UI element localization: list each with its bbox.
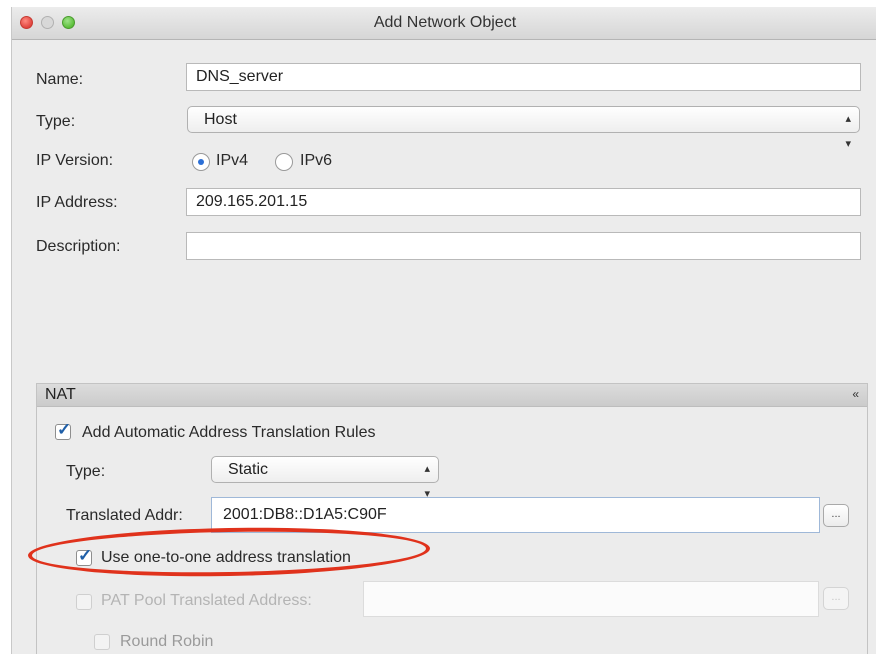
nat-panel-title: NAT: [45, 386, 76, 403]
nat-panel-header[interactable]: NAT «: [37, 384, 867, 407]
nat-panel: NAT « ✓ Add Automatic Address Translatio…: [36, 383, 868, 654]
ipv4-radio[interactable]: [192, 153, 210, 171]
auto-rules-checkbox[interactable]: ✓: [55, 420, 71, 440]
nat-type-label: Type:: [66, 463, 106, 480]
name-field[interactable]: DNS_server: [186, 63, 861, 91]
checkmark-icon: ✓: [57, 420, 72, 439]
pat-pool-label: PAT Pool Translated Address:: [101, 592, 312, 609]
round-robin-label: Round Robin: [120, 633, 214, 650]
collapse-icon[interactable]: «: [852, 387, 859, 401]
translated-addr-label: Translated Addr:: [66, 507, 183, 524]
type-select[interactable]: Host ▴ ▾: [187, 106, 860, 150]
type-label: Type:: [36, 113, 76, 130]
nat-type-select[interactable]: Static ▴ ▾: [211, 456, 439, 500]
ip-address-label: IP Address:: [36, 194, 118, 211]
ipv4-radio-label[interactable]: IPv4: [216, 152, 248, 170]
ip-version-label: IP Version:: [36, 152, 114, 169]
auto-rules-label[interactable]: Add Automatic Address Translation Rules: [82, 424, 376, 442]
ip-address-field[interactable]: 209.165.201.15: [186, 188, 861, 216]
title-bar[interactable]: Add Network Object: [12, 7, 876, 40]
ipv6-radio-label[interactable]: IPv6: [300, 152, 332, 170]
description-label: Description:: [36, 238, 121, 255]
round-robin-checkbox[interactable]: [94, 634, 110, 650]
nat-type-select-value: Static: [228, 461, 269, 478]
select-arrows-icon: ▴ ▾: [845, 113, 851, 150]
window-title: Add Network Object: [373, 14, 517, 31]
name-label: Name:: [36, 71, 84, 88]
translated-addr-browse-button[interactable]: ...: [823, 504, 849, 527]
pat-pool-browse-button[interactable]: ...: [823, 587, 849, 610]
pat-pool-checkbox[interactable]: [76, 594, 92, 610]
description-field[interactable]: [186, 232, 861, 260]
pat-pool-field[interactable]: [363, 581, 819, 617]
ipv6-radio[interactable]: [275, 153, 293, 171]
type-select-value: Host: [204, 111, 237, 128]
